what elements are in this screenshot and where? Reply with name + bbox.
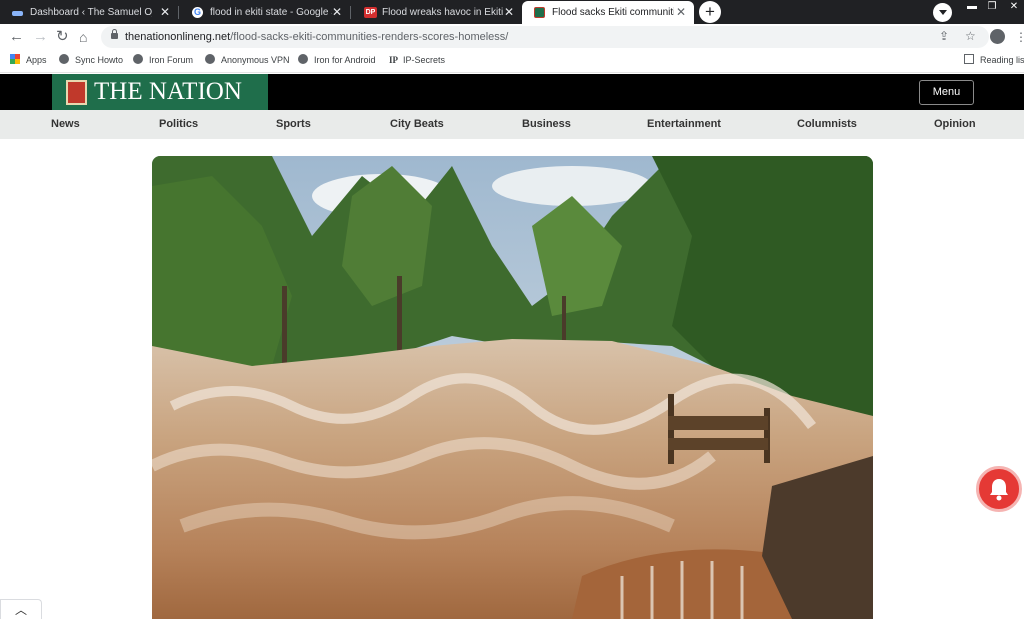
site-header: THE NATION Menu: [0, 74, 1024, 110]
close-tab-icon[interactable]: ✕: [676, 1, 686, 24]
bookmark-label: Iron Forum: [149, 55, 194, 65]
bookmark-label: Apps: [26, 55, 47, 65]
globe-icon: [133, 54, 143, 64]
nav-entertainment[interactable]: Entertainment: [647, 110, 721, 139]
nav-columnists[interactable]: Columnists: [797, 110, 857, 139]
bookmark-label: Anonymous VPN: [221, 55, 290, 65]
reading-list-icon: [964, 54, 974, 64]
globe-icon: [59, 54, 69, 64]
url-text[interactable]: thenationonlineng.net/flood-sacks-ekiti-…: [125, 26, 508, 48]
url-host: thenationonlineng.net: [125, 31, 231, 43]
reload-icon[interactable]: ↻: [56, 27, 69, 47]
flood-photo: [152, 156, 873, 619]
tab-title: Flood wreaks havoc in Ekiti comm: [382, 7, 504, 18]
bookmark-label: Iron for Android: [314, 55, 376, 65]
tab-google-search[interactable]: G flood in ekiti state - Google Sear ✕: [180, 1, 350, 24]
restore-icon[interactable]: ❐: [982, 0, 1002, 13]
close-tab-icon[interactable]: ✕: [160, 1, 170, 24]
close-tab-icon[interactable]: ✕: [332, 1, 342, 24]
nav-city-beats[interactable]: City Beats: [390, 110, 444, 139]
share-icon[interactable]: ⇪: [939, 29, 949, 43]
tab-divider: [350, 6, 351, 19]
address-bar[interactable]: thenationonlineng.net/flood-sacks-ekiti-…: [101, 26, 989, 48]
site-nav: News Politics Sports City Beats Business…: [0, 110, 1024, 139]
lock-icon[interactable]: [111, 29, 118, 39]
bookmark-anonymous-vpn[interactable]: Anonymous VPN: [205, 50, 290, 71]
article-hero-image: [152, 156, 873, 619]
bookmark-sync-howto[interactable]: Sync Howto: [59, 50, 123, 71]
bookmark-iron-forum[interactable]: Iron Forum: [133, 50, 193, 71]
profile-dropdown-icon[interactable]: [933, 3, 952, 22]
globe-icon: [298, 54, 308, 64]
back-icon[interactable]: ←: [9, 27, 24, 47]
bookmark-apps[interactable]: Apps: [10, 50, 47, 71]
home-icon[interactable]: ⌂: [79, 27, 87, 47]
bookmark-ip-secrets[interactable]: IP IP-Secrets: [389, 50, 445, 71]
nav-sports[interactable]: Sports: [276, 110, 311, 139]
apps-grid-icon: [10, 54, 20, 64]
nav-news[interactable]: News: [51, 110, 80, 139]
menu-button[interactable]: Menu: [919, 80, 974, 105]
tab-title: Flood sacks Ekiti communities, re: [552, 7, 674, 18]
google-icon: G: [192, 7, 203, 18]
new-tab-button[interactable]: +: [699, 1, 721, 23]
forward-icon[interactable]: →: [33, 27, 48, 47]
bookmarks-bar: Apps Sync Howto Iron Forum Anonymous VPN…: [0, 50, 1024, 73]
the-nation-icon: [534, 7, 545, 18]
nav-opinion[interactable]: Opinion: [934, 110, 976, 139]
url-path: /flood-sacks-ekiti-communities-renders-s…: [230, 31, 509, 43]
browser-toolbar: ← → ↻ ⌂ thenationonlineng.net/flood-sack…: [0, 24, 1024, 50]
globe-icon: [205, 54, 215, 64]
bookmark-star-icon[interactable]: ☆: [965, 29, 976, 43]
ip-icon: IP: [389, 55, 398, 65]
nav-politics[interactable]: Politics: [159, 110, 198, 139]
the-nation-emblem-icon: [66, 80, 87, 105]
tab-dashboard[interactable]: Dashboard ‹ The Samuel Ojekwe ✕: [0, 1, 178, 24]
nav-business[interactable]: Business: [522, 110, 571, 139]
close-tab-icon[interactable]: ✕: [504, 1, 514, 24]
bookmark-iron-android[interactable]: Iron for Android: [298, 50, 376, 71]
tab-flood-sacks-active[interactable]: Flood sacks Ekiti communities, re ✕: [522, 1, 694, 24]
bookmark-label: IP-Secrets: [403, 55, 446, 65]
notification-bell-button[interactable]: [976, 466, 1022, 512]
tab-flood-havoc[interactable]: DP Flood wreaks havoc in Ekiti comm ✕: [352, 1, 522, 24]
reading-list[interactable]: Reading lis: [964, 50, 1024, 71]
dp-news-icon: DP: [364, 7, 377, 18]
tab-title: flood in ekiti state - Google Sear: [210, 7, 332, 18]
browser-tab-strip: Dashboard ‹ The Samuel Ojekwe ✕ G flood …: [0, 0, 1024, 24]
tab-title: Dashboard ‹ The Samuel Ojekwe: [30, 7, 152, 18]
more-menu-icon[interactable]: ⋮: [1015, 27, 1024, 47]
bell-icon: [990, 479, 1008, 501]
avatar[interactable]: [990, 29, 1005, 44]
scroll-up-icon[interactable]: ︿: [0, 599, 42, 619]
wordpress-dashboard-icon: [12, 11, 23, 16]
minimize-icon[interactable]: ▬: [962, 0, 982, 13]
reading-list-label: Reading lis: [980, 55, 1024, 65]
site-logo[interactable]: THE NATION: [52, 74, 268, 110]
logo-text: THE NATION: [94, 78, 242, 105]
bookmark-label: Sync Howto: [75, 55, 124, 65]
close-window-icon[interactable]: ✕: [1004, 0, 1024, 13]
tab-divider: [178, 6, 179, 19]
